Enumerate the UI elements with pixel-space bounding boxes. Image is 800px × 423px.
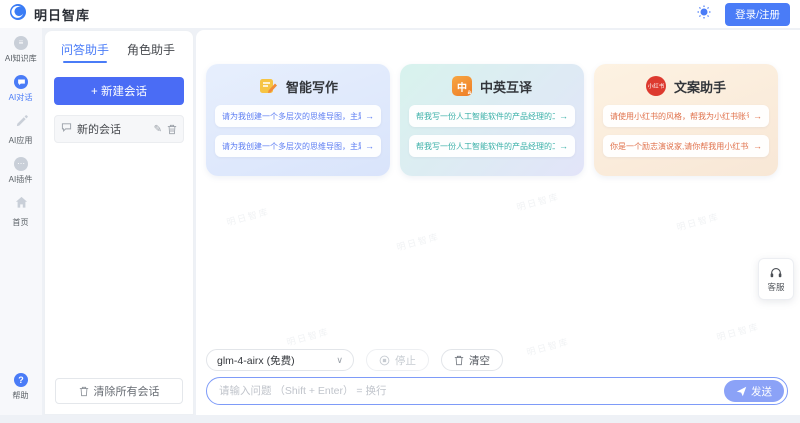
- conversation-title: 新的会话: [77, 124, 121, 136]
- conversation-panel: 问答助手 角色助手 + 新建会话 新的会话 ✎ 清除所有会话: [44, 30, 194, 415]
- translate-icon: 中 a: [451, 76, 472, 96]
- paper-plane-icon: [736, 386, 747, 396]
- knowledge-base-icon: ≡: [14, 36, 28, 50]
- card-translation: 中 a 中英互译 帮我写一份人工智能软件的产品经理的工作... → 帮我写一份人…: [400, 64, 584, 176]
- top-header: 明日智库 登录/注册: [0, 0, 800, 28]
- theme-toggle-icon[interactable]: [697, 5, 711, 24]
- stop-button[interactable]: 停止: [366, 349, 429, 371]
- chat-input-bar: 发送: [206, 377, 788, 405]
- new-conversation-button[interactable]: + 新建会话: [54, 77, 184, 105]
- card-header: 智能写作: [215, 76, 381, 96]
- chat-controls: glm-4-airx (免费) ∨ 停止 清空: [206, 349, 503, 371]
- arrow-icon: →: [365, 141, 374, 151]
- chat-icon: [14, 75, 28, 89]
- home-icon: [15, 196, 28, 214]
- assistant-tabs: 问答助手 角色助手: [45, 31, 193, 71]
- send-button[interactable]: 发送: [724, 380, 784, 402]
- conversation-actions: ✎: [154, 124, 177, 135]
- page-title: 明日智库: [34, 7, 91, 23]
- left-nav-rail: ≡ AI知识库 AI对话 AI应用 ⋯ AI插件 首页 ? 帮助: [0, 28, 42, 415]
- watermark: 明日智库: [225, 206, 271, 228]
- suggestion-cards: 智能写作 请为我创建一个多层次的思维导图，主题是... → 请为我创建一个多层次…: [206, 64, 778, 176]
- clear-button[interactable]: 清空: [441, 349, 503, 371]
- watermark: 明日智库: [395, 231, 441, 253]
- sidebar-item-home[interactable]: 首页: [0, 196, 42, 228]
- xiaohongshu-icon: 小红书: [645, 76, 666, 96]
- watermark: 明日智库: [525, 336, 571, 358]
- watermark: 明日智库: [285, 326, 331, 348]
- arrow-icon: →: [753, 141, 762, 151]
- sidebar-item-ai-apps[interactable]: AI应用: [0, 114, 42, 146]
- card-header: 小红书 文案助手: [603, 76, 769, 96]
- prompt-suggestion[interactable]: 帮我写一份人工智能软件的产品经理的工作... →: [409, 105, 575, 127]
- watermark: 明日智库: [675, 211, 721, 233]
- card-smart-writing: 智能写作 请为我创建一个多层次的思维导图，主题是... → 请为我创建一个多层次…: [206, 64, 390, 176]
- headset-icon: [770, 267, 782, 277]
- conversation-list-item[interactable]: 新的会话 ✎: [54, 115, 184, 143]
- arrow-icon: →: [365, 111, 374, 121]
- edit-icon[interactable]: ✎: [154, 124, 162, 135]
- service-label: 客服: [767, 281, 785, 292]
- sidebar-item-help[interactable]: ? 帮助: [0, 373, 42, 401]
- tab-role-assistant[interactable]: 角色助手: [127, 41, 175, 63]
- prompt-suggestion[interactable]: 请为我创建一个多层次的思维导图，主题是... →: [215, 135, 381, 157]
- prompt-suggestion[interactable]: 请使用小红书的风格，帮我为小红书账号编... →: [603, 105, 769, 127]
- header-actions: 登录/注册: [697, 2, 790, 26]
- clear-all-conversations-button[interactable]: 清除所有会话: [55, 378, 183, 404]
- card-title: 智能写作: [285, 79, 338, 95]
- sidebar-item-ai-chat[interactable]: AI对话: [0, 75, 42, 103]
- arrow-icon: →: [559, 111, 568, 121]
- card-header: 中 a 中英互译: [409, 76, 575, 96]
- main-chat-area: 明日智库 明日智库 明日智库 明日智库 明日智库 明日智库 明日智库 明日智库 …: [196, 30, 800, 415]
- prompt-suggestion[interactable]: 你是一个励志演说家,请你帮我用小红书的... →: [603, 135, 769, 157]
- prompt-suggestion[interactable]: 请为我创建一个多层次的思维导图，主题是... →: [215, 105, 381, 127]
- arrow-icon: →: [559, 141, 568, 151]
- watermark: 明日智库: [515, 191, 561, 213]
- plugin-icon: ⋯: [14, 157, 28, 171]
- chat-bubble-icon: [61, 120, 72, 138]
- login-register-button[interactable]: 登录/注册: [725, 2, 790, 26]
- model-select-value: glm-4-airx (免费): [217, 354, 295, 367]
- tab-qa-assistant[interactable]: 问答助手: [61, 41, 109, 63]
- delete-icon[interactable]: [167, 124, 177, 135]
- pencil-icon: [15, 114, 28, 132]
- card-title: 文案助手: [673, 79, 726, 95]
- customer-service-widget[interactable]: 客服: [758, 258, 794, 300]
- app-window: 明日智库 登录/注册 ≡ AI知识库 AI对话 AI应用 ⋯ AI插件 首页 ?…: [0, 0, 800, 423]
- model-select[interactable]: glm-4-airx (免费) ∨: [206, 349, 354, 371]
- card-title: 中英互译: [479, 79, 532, 95]
- app-logo-icon: [10, 3, 26, 25]
- watermark: 明日智库: [715, 321, 761, 343]
- prompt-suggestion[interactable]: 帮我写一份人工智能软件的产品经理的工作... →: [409, 135, 575, 157]
- brand: 明日智库: [10, 3, 91, 25]
- help-question-icon: ?: [14, 373, 28, 387]
- sidebar-item-ai-plugins[interactable]: ⋯ AI插件: [0, 157, 42, 185]
- chat-input[interactable]: [219, 385, 724, 397]
- smart-writing-icon: [258, 76, 278, 96]
- card-copywriting: 小红书 文案助手 请使用小红书的风格，帮我为小红书账号编... → 你是一个励志…: [594, 64, 778, 176]
- sidebar-item-knowledge-base[interactable]: ≡ AI知识库: [0, 36, 42, 64]
- arrow-icon: →: [753, 111, 762, 121]
- chevron-down-icon: ∨: [336, 354, 343, 365]
